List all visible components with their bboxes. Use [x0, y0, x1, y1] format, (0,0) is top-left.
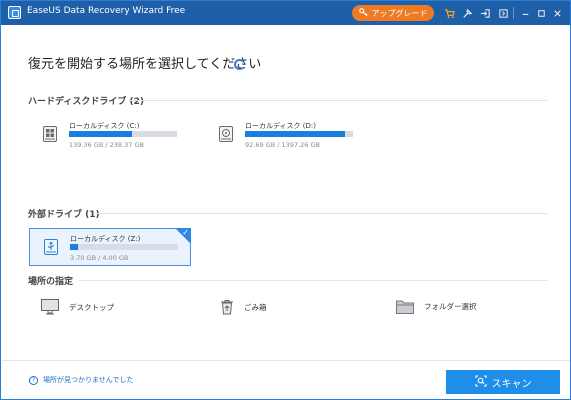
close-icon[interactable] — [550, 6, 564, 20]
app-logo-icon — [8, 6, 21, 19]
windows-drive-icon — [43, 126, 57, 142]
minimize-icon[interactable] — [518, 6, 532, 20]
login-icon[interactable] — [478, 6, 492, 20]
checkmark-icon: ✓ — [182, 228, 189, 237]
hard-drive-icon — [219, 126, 233, 142]
help-icon: ? — [29, 375, 38, 385]
expand-icon[interactable] — [496, 6, 510, 20]
upgrade-button[interactable]: アップグレード — [352, 5, 434, 21]
drive-label: ローカルディスク (Z:) — [70, 235, 141, 243]
location-desktop[interactable]: デスクトップ — [41, 299, 114, 315]
scan-icon — [474, 374, 487, 390]
usb-drive-icon — [44, 239, 58, 255]
recycle-bin-icon — [220, 299, 234, 315]
section-divider — [79, 280, 547, 281]
drive-card-z[interactable]: ローカルディスク (Z:) 3.70 GB / 4.00 GB ✓ — [29, 228, 191, 266]
footer-divider — [2, 360, 570, 361]
drive-usage-fill — [69, 131, 133, 137]
drive-usage-fill — [70, 244, 78, 250]
location-folder[interactable]: フォルダー選択 — [396, 299, 477, 314]
drive-card-c[interactable]: ローカルディスク (C:) 139.36 GB / 238.37 GB — [29, 116, 191, 154]
drive-label: ローカルディスク (D:) — [245, 122, 316, 130]
app-title: EaseUS Data Recovery Wizard Free — [27, 6, 186, 16]
drive-usage-bar — [69, 131, 177, 137]
drive-usage-fill — [245, 131, 346, 137]
drive-size: 139.36 GB / 238.37 GB — [69, 141, 144, 149]
app-window: EaseUS Data Recovery Wizard Free アップグレード — [0, 0, 571, 400]
cart-icon[interactable] — [442, 6, 456, 20]
title-bar: EaseUS Data Recovery Wizard Free アップグレード — [1, 1, 570, 25]
upgrade-label: アップグレード — [371, 8, 428, 18]
section-title-hard-disk: ハードディスクドライブ (2) — [28, 97, 144, 107]
scan-label: スキャン — [491, 378, 532, 390]
drive-usage-bar — [245, 131, 353, 137]
page-title: 復元を開始する場所を選択してください — [28, 57, 262, 72]
loading-spinner-icon — [234, 59, 245, 70]
drive-size: 92.69 GB / 1397.26 GB — [245, 141, 320, 149]
scan-button[interactable]: スキャン — [446, 370, 560, 394]
desktop-icon — [41, 299, 59, 315]
location-recycle-bin[interactable]: ごみ箱 — [220, 299, 267, 315]
location-label: ごみ箱 — [244, 302, 267, 312]
drive-size: 3.70 GB / 4.00 GB — [70, 254, 129, 262]
help-text: 場所が見つかりませんでした — [43, 376, 134, 384]
settings-icon[interactable] — [460, 6, 474, 20]
section-divider — [129, 100, 547, 101]
folder-icon — [396, 299, 414, 314]
section-divider — [95, 213, 547, 214]
help-link[interactable]: ? 場所が見つかりませんでした — [29, 375, 133, 385]
drive-label: ローカルディスク (C:) — [69, 122, 140, 130]
section-title-locations: 場所の指定 — [28, 277, 74, 287]
section-title-external: 外部ドライブ (1) — [28, 210, 100, 220]
maximize-icon[interactable] — [534, 6, 548, 20]
key-icon — [358, 7, 368, 19]
location-label: フォルダー選択 — [424, 302, 477, 311]
titlebar-divider — [513, 7, 514, 19]
location-label: デスクトップ — [69, 302, 114, 312]
drive-card-d[interactable]: ローカルディスク (D:) 92.69 GB / 1397.26 GB — [205, 116, 367, 154]
drive-usage-bar — [70, 244, 178, 250]
